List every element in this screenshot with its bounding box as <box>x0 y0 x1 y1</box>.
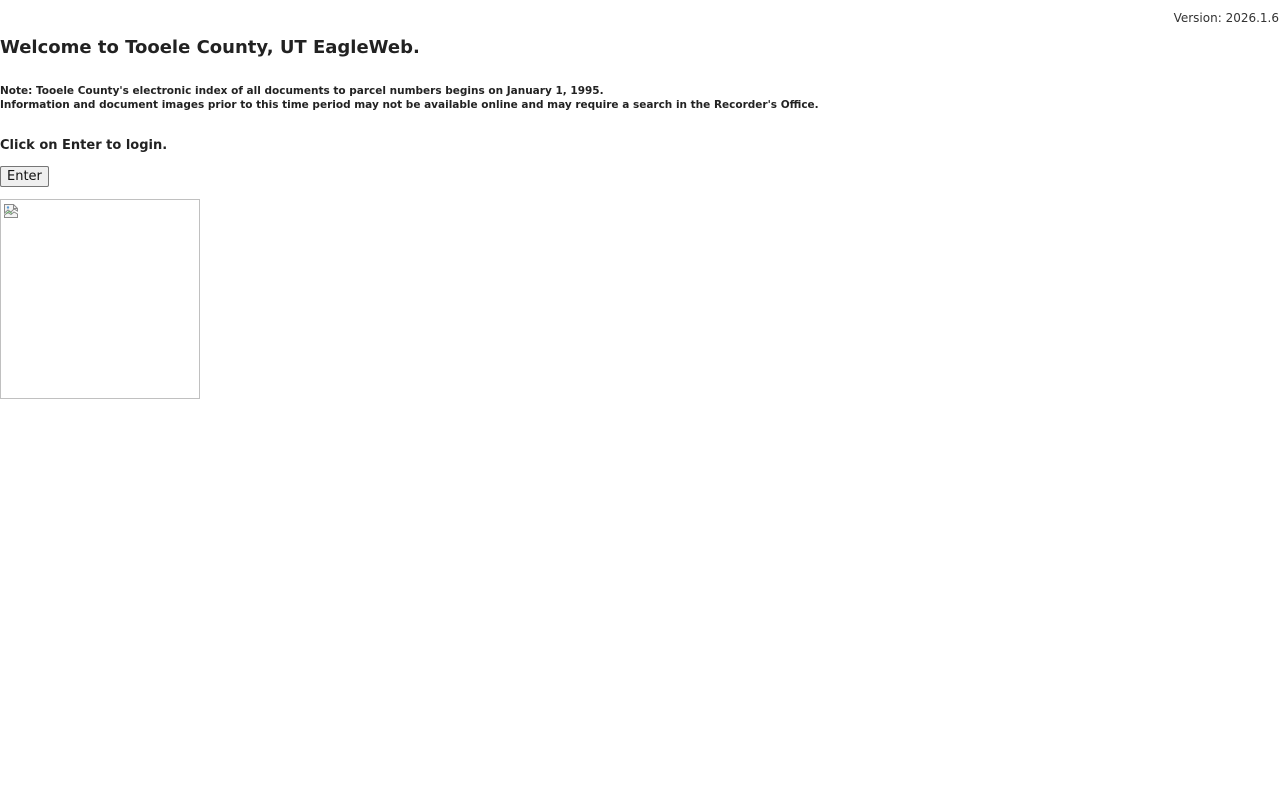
notice-line-2: Information and document images prior to… <box>0 99 819 111</box>
login-prompt: Click on Enter to login. <box>0 138 168 153</box>
login-page: Version: 2026.1.6 Welcome to Tooele Coun… <box>0 0 1280 800</box>
notice-line-1: Note: Tooele County's electronic index o… <box>0 85 604 97</box>
broken-image <box>0 199 200 399</box>
broken-image-icon <box>4 204 18 218</box>
notice-text: Note: Tooele County's electronic index o… <box>0 84 819 112</box>
page-title: Welcome to Tooele County, UT EagleWeb. <box>0 37 420 58</box>
enter-button[interactable]: Enter <box>0 166 49 187</box>
version-label: Version: 2026.1.6 <box>1173 11 1279 25</box>
